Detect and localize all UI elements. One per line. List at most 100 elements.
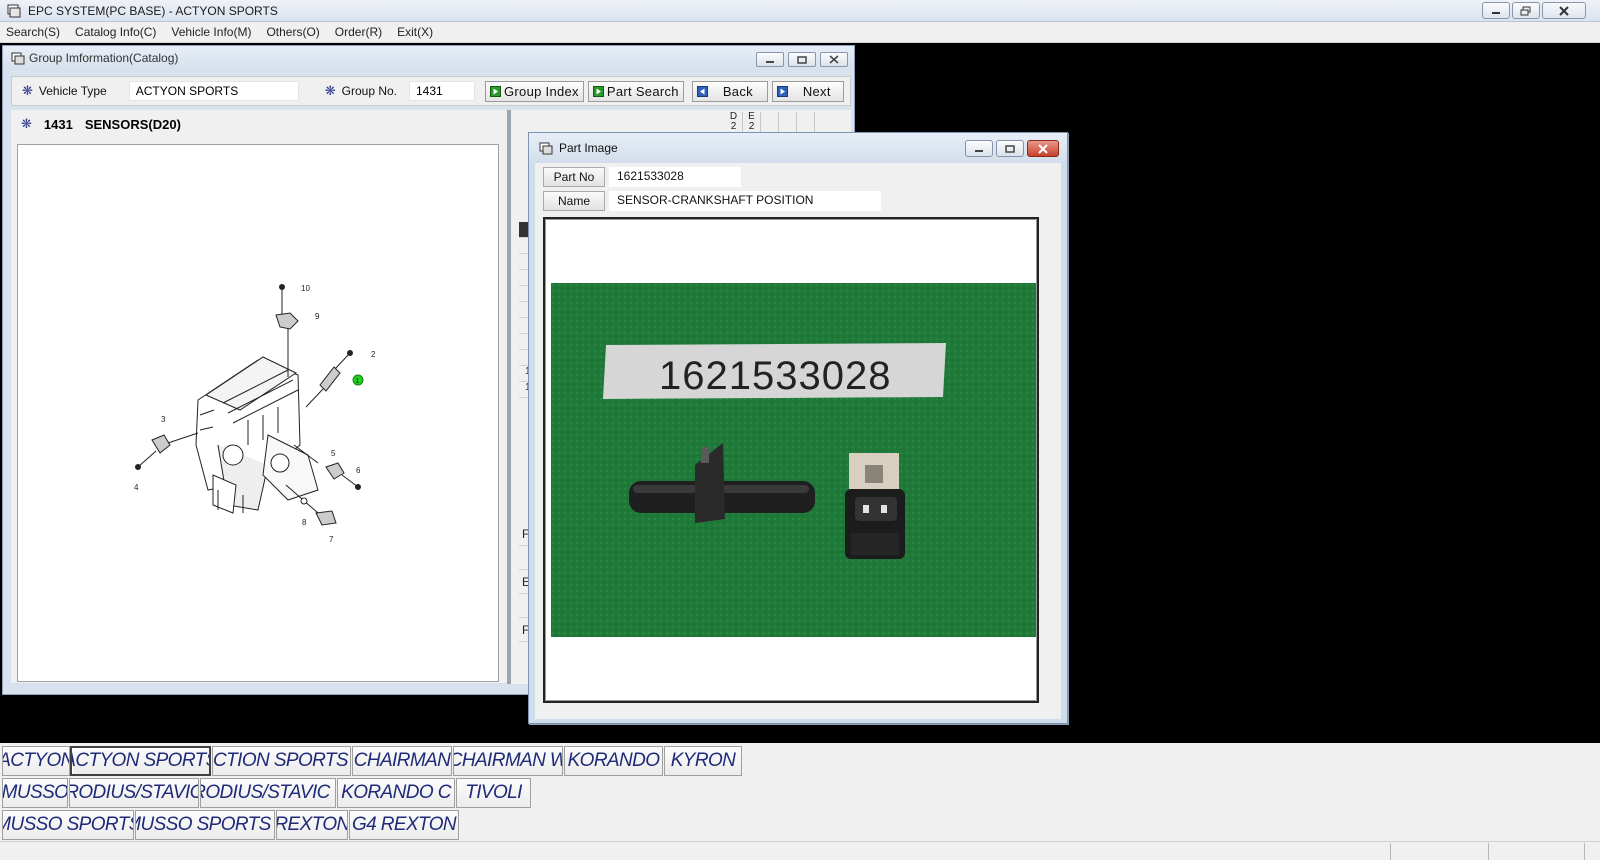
group-code: 1431	[43, 116, 73, 132]
group-name: SENSORS(D20)	[84, 116, 181, 132]
callout-5[interactable]: 5	[331, 449, 336, 458]
vehicle-button-actyon-sports[interactable]: ACTYON SPORTS	[70, 746, 211, 776]
menu-search[interactable]: Search(S)	[6, 25, 60, 39]
vehicle-button-g4-rexton[interactable]: G4 REXTON	[349, 810, 459, 840]
callout-8[interactable]: 8	[302, 518, 307, 527]
callout-2[interactable]: 2	[371, 350, 376, 359]
play-icon	[490, 85, 501, 97]
part-close-button[interactable]	[1027, 140, 1059, 157]
engine-diagram: 10 9 2 1 3 4 5 6 7 8	[134, 284, 376, 544]
group-header: ❋ 1431 SENSORS(D20)	[11, 110, 509, 138]
gear-icon: ❋	[22, 83, 33, 98]
vehicle-button-rodius-stavic-ii[interactable]: RODIUS/STAVIC II	[200, 778, 336, 808]
back-label: Back	[722, 83, 753, 99]
part-search-button[interactable]: Part Search	[587, 80, 684, 102]
photo-part-label: 1621533028	[659, 354, 891, 398]
vehicle-button-rodius-stavic[interactable]: RODIUS/STAVIC	[69, 778, 199, 808]
restore-icon	[1520, 6, 1531, 15]
vehicle-button-rexton[interactable]: REXTON	[276, 810, 348, 840]
vehicle-type-field[interactable]: ACTYON SPORTS	[128, 81, 299, 101]
close-button[interactable]	[1542, 2, 1586, 19]
part-no-row: Part No 1621533028	[543, 167, 741, 187]
close-icon	[829, 55, 839, 64]
parts-diagram[interactable]: 10 9 2 1 3 4 5 6 7 8	[17, 144, 499, 682]
minimize-icon	[975, 149, 983, 152]
vehicle-button-actyon[interactable]: ACTYON	[2, 746, 70, 776]
vehicle-button-musso-sports[interactable]: MUSSO SPORTS	[2, 810, 134, 840]
vehicle-button-chairman-w[interactable]: CHAIRMAN W	[453, 746, 563, 776]
vehicle-button-musso-sports-ii[interactable]: MUSSO SPORTS II	[135, 810, 275, 840]
next-button[interactable]: Next	[771, 80, 844, 102]
group-no-label: Group No.	[341, 84, 397, 98]
group-no-field[interactable]: 1431	[409, 81, 475, 101]
column-header-d[interactable]: D 2	[725, 112, 743, 134]
app-icon	[7, 4, 21, 17]
vehicle-button-korando-c[interactable]: KORANDO C	[337, 778, 455, 808]
callout-1[interactable]: 1	[356, 378, 360, 385]
menu-vehicle-info[interactable]: Vehicle Info(M)	[171, 25, 251, 39]
column-header-blank[interactable]	[797, 112, 815, 134]
part-no-field[interactable]: 1621533028	[609, 167, 741, 187]
menu-others[interactable]: Others(O)	[266, 25, 319, 39]
diagram-panel: 10 9 2 1 3 4 5 6 7 8	[11, 138, 509, 683]
name-label: Name	[543, 191, 605, 211]
part-image-frame: 1621533028	[543, 217, 1039, 703]
menu-exit[interactable]: Exit(X)	[397, 25, 433, 39]
column-header-blank[interactable]	[779, 112, 797, 134]
callout-3[interactable]: 3	[161, 415, 166, 424]
parts-list-header: D 2 E 2	[519, 112, 851, 134]
callout-9[interactable]: 9	[315, 312, 320, 321]
callout-6[interactable]: 6	[356, 466, 361, 475]
group-window-title: Group Imformation(Catalog)	[29, 51, 179, 65]
status-bar	[0, 841, 1600, 860]
back-arrow-icon	[696, 85, 708, 97]
group-close-button[interactable]	[820, 52, 848, 67]
group-maximize-button[interactable]	[788, 52, 816, 67]
play-icon	[592, 85, 604, 97]
vehicle-button-tivoli[interactable]: TIVOLI	[456, 778, 531, 808]
vehicle-button-chairman[interactable]: CHAIRMAN	[352, 746, 452, 776]
column-header-e[interactable]: E 2	[743, 112, 761, 134]
maximize-icon	[1005, 144, 1015, 153]
status-panel	[1488, 843, 1489, 860]
group-toolbar: ❋ Vehicle Type ACTYON SPORTS ❋ Group No.…	[11, 76, 851, 106]
name-field[interactable]: SENSOR-CRANKSHAFT POSITION	[609, 191, 881, 211]
callout-7[interactable]: 7	[329, 535, 334, 544]
vehicle-button-kyron[interactable]: KYRON	[664, 746, 742, 776]
callout-4[interactable]: 4	[134, 483, 139, 492]
part-search-label: Part Search	[606, 83, 679, 99]
part-minimize-button[interactable]	[965, 140, 993, 157]
vehicle-type-label: Vehicle Type	[38, 84, 107, 98]
vehicle-selector: ACTYON ACTYON SPORTS ACTION SPORTS II CH…	[0, 743, 1600, 841]
next-arrow-icon	[776, 85, 788, 97]
group-minimize-button[interactable]	[756, 52, 784, 67]
app-title: EPC SYSTEM(PC BASE) - ACTYON SPORTS	[28, 3, 278, 18]
maximize-icon	[797, 55, 807, 64]
vehicle-button-action-sports-ii[interactable]: ACTION SPORTS II	[212, 746, 351, 776]
callout-10[interactable]: 10	[301, 284, 310, 293]
minimize-icon	[766, 60, 774, 63]
window-icon	[11, 52, 25, 65]
vehicle-button-musso[interactable]: MUSSO	[2, 778, 68, 808]
group-index-button[interactable]: Group Index	[485, 80, 584, 102]
menu-catalog-info[interactable]: Catalog Info(C)	[75, 25, 156, 39]
close-icon	[1038, 143, 1048, 154]
minimize-button[interactable]	[1482, 2, 1510, 19]
menu-bar: Search(S) Catalog Info(C) Vehicle Info(M…	[0, 22, 1600, 43]
menu-order[interactable]: Order(R)	[335, 25, 382, 39]
column-header-blank[interactable]	[761, 112, 779, 134]
part-photo[interactable]: 1621533028	[551, 283, 1036, 637]
vehicle-button-korando[interactable]: KORANDO	[564, 746, 663, 776]
close-icon	[1559, 5, 1569, 16]
gear-icon: ❋	[324, 83, 336, 98]
part-image-title: Part Image	[559, 141, 618, 155]
status-panel	[1584, 843, 1585, 860]
part-image-title-bar[interactable]: Part Image	[529, 133, 1067, 163]
group-window-title-bar[interactable]: Group Imformation(Catalog)	[3, 46, 854, 70]
status-panel	[1390, 843, 1391, 860]
app-title-bar: EPC SYSTEM(PC BASE) - ACTYON SPORTS	[0, 0, 1600, 22]
part-maximize-button[interactable]	[996, 140, 1024, 157]
back-button[interactable]: Back	[691, 80, 768, 102]
restore-button[interactable]	[1512, 2, 1540, 19]
next-label: Next	[802, 83, 831, 99]
